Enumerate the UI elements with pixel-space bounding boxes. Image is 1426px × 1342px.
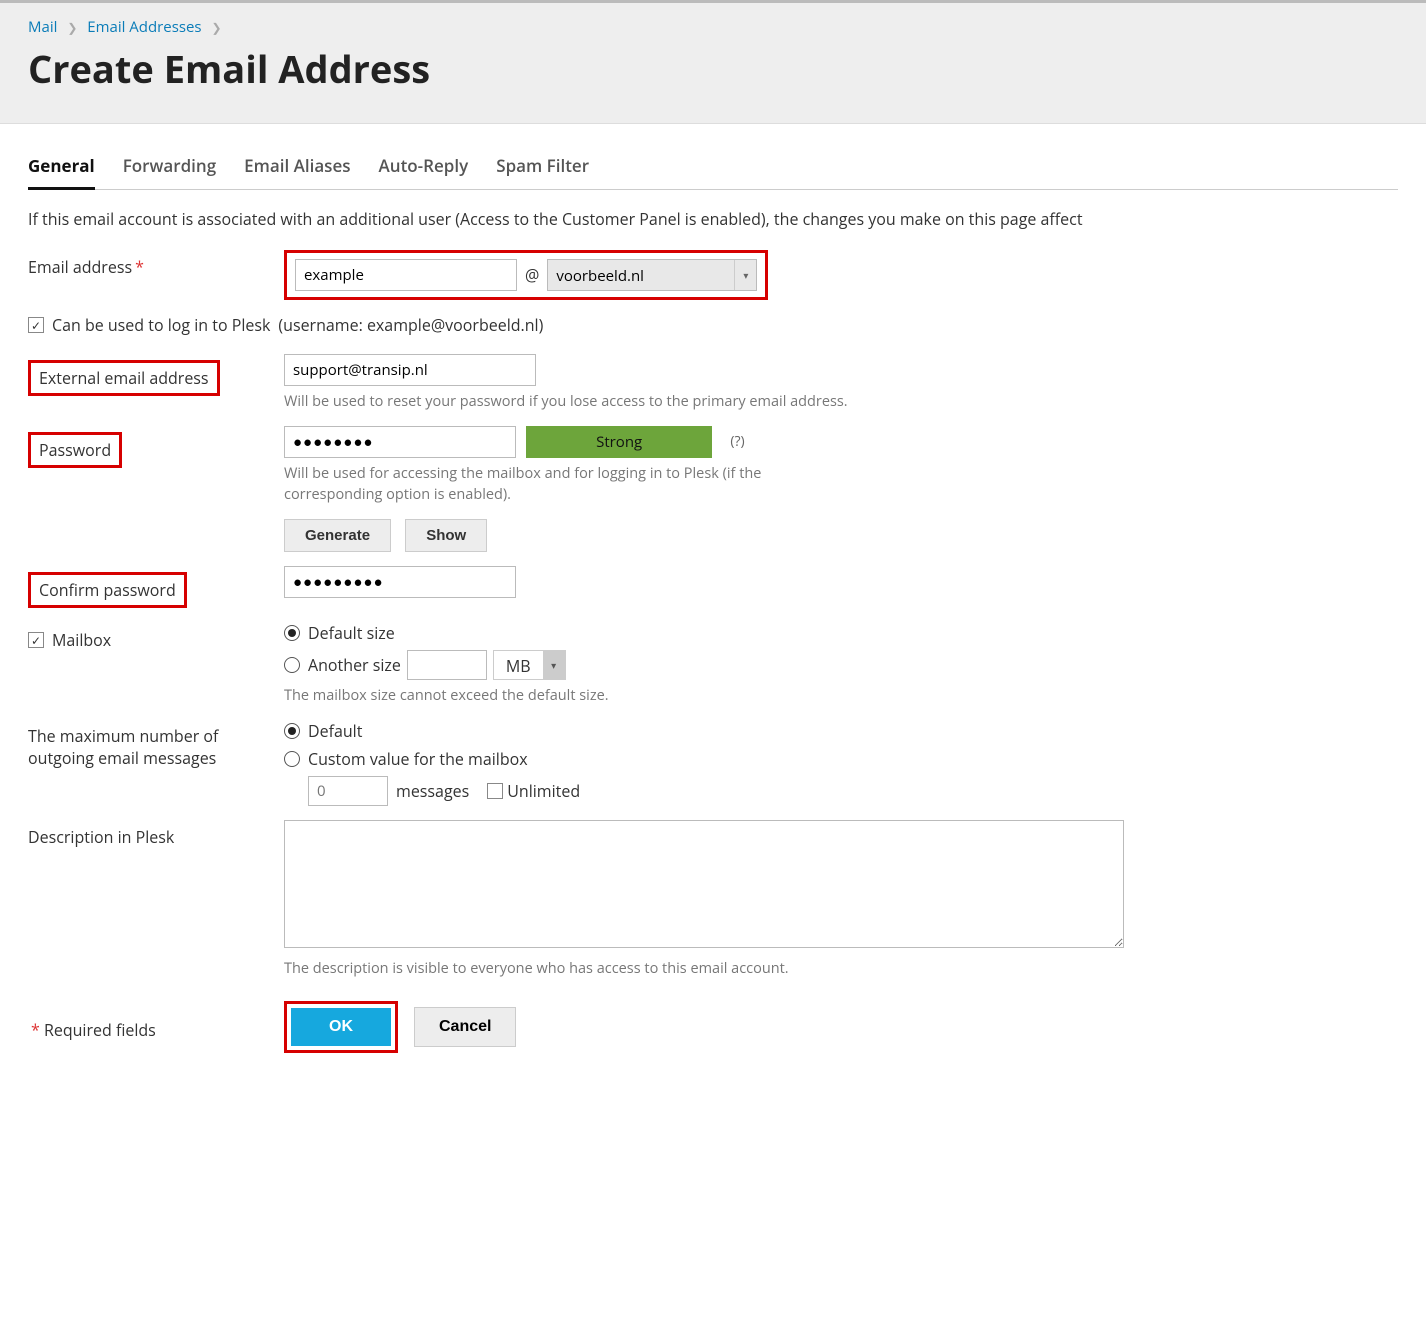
- external-email-hint: Will be used to reset your password if y…: [284, 392, 1398, 412]
- unit-label: MB: [494, 651, 543, 679]
- label-external-email: External email address: [28, 360, 220, 396]
- intro-text: If this email account is associated with…: [28, 208, 1398, 230]
- tab-auto-reply[interactable]: Auto-Reply: [379, 148, 469, 189]
- tabs: General Forwarding Email Aliases Auto-Re…: [28, 148, 1398, 190]
- tab-general[interactable]: General: [28, 148, 95, 190]
- label-max-outgoing: The maximum number of outgoing email mes…: [28, 725, 218, 769]
- cancel-button[interactable]: Cancel: [414, 1007, 516, 1047]
- checkbox-mailbox[interactable]: ✓: [28, 632, 44, 648]
- label-description: Description in Plesk: [28, 826, 174, 848]
- username-note: (username: example@voorbeeld.nl): [278, 314, 543, 336]
- tab-forwarding[interactable]: Forwarding: [123, 148, 216, 189]
- mailbox-size-hint: The mailbox size cannot exceed the defau…: [284, 686, 1398, 706]
- description-hint: The description is visible to everyone w…: [284, 959, 1398, 979]
- mailbox-size-unit-select[interactable]: MB ▾: [493, 650, 566, 680]
- chevron-down-icon: ▾: [543, 651, 565, 679]
- label-confirm-password: Confirm password: [28, 572, 187, 608]
- checkbox-unlimited[interactable]: [487, 783, 503, 799]
- checkbox-can-login[interactable]: ✓: [28, 317, 44, 333]
- ok-button[interactable]: OK: [291, 1008, 391, 1046]
- password-help-icon[interactable]: (?): [730, 426, 744, 458]
- required-marker: *: [135, 256, 144, 278]
- required-marker: *: [31, 1019, 40, 1041]
- password-input[interactable]: [284, 426, 516, 458]
- label-mailbox: Mailbox: [52, 629, 111, 651]
- breadcrumb-email-addresses[interactable]: Email Addresses: [87, 17, 201, 37]
- mailbox-size-input: [407, 650, 487, 680]
- label-email-address: Email address: [28, 256, 132, 278]
- label-default-size: Default size: [308, 622, 395, 644]
- chevron-right-icon: ❯: [211, 19, 221, 36]
- tab-email-aliases[interactable]: Email Aliases: [244, 148, 350, 189]
- email-domain-select[interactable]: voorbeeld.nl: [547, 259, 757, 291]
- at-symbol: @: [525, 264, 539, 286]
- description-textarea[interactable]: [284, 820, 1124, 948]
- password-strength-badge: Strong: [526, 426, 712, 458]
- generate-button[interactable]: Generate: [284, 519, 391, 552]
- label-can-login: Can be used to log in to Plesk: [52, 314, 270, 336]
- radio-default-size[interactable]: [284, 625, 300, 641]
- breadcrumb-mail[interactable]: Mail: [28, 17, 57, 37]
- custom-messages-input: [308, 776, 388, 806]
- external-email-input[interactable]: [284, 354, 536, 386]
- label-unlimited: Unlimited: [507, 780, 580, 802]
- label-required-fields: Required fields: [44, 1019, 156, 1041]
- label-outgoing-default: Default: [308, 720, 362, 742]
- show-password-button[interactable]: Show: [405, 519, 487, 552]
- label-outgoing-custom: Custom value for the mailbox: [308, 748, 528, 770]
- confirm-password-input[interactable]: [284, 566, 516, 598]
- chevron-right-icon: ❯: [67, 19, 77, 36]
- password-hint: Will be used for accessing the mailbox a…: [284, 464, 844, 505]
- breadcrumb: Mail ❯ Email Addresses ❯: [28, 17, 1398, 37]
- radio-outgoing-custom[interactable]: [284, 751, 300, 767]
- radio-outgoing-default[interactable]: [284, 723, 300, 739]
- label-messages: messages: [396, 780, 469, 802]
- email-local-input[interactable]: [295, 259, 517, 291]
- tab-spam-filter[interactable]: Spam Filter: [496, 148, 589, 189]
- label-another-size: Another size: [308, 654, 401, 676]
- label-password: Password: [28, 432, 122, 468]
- radio-another-size[interactable]: [284, 657, 300, 673]
- page-title: Create Email Address: [28, 43, 1398, 95]
